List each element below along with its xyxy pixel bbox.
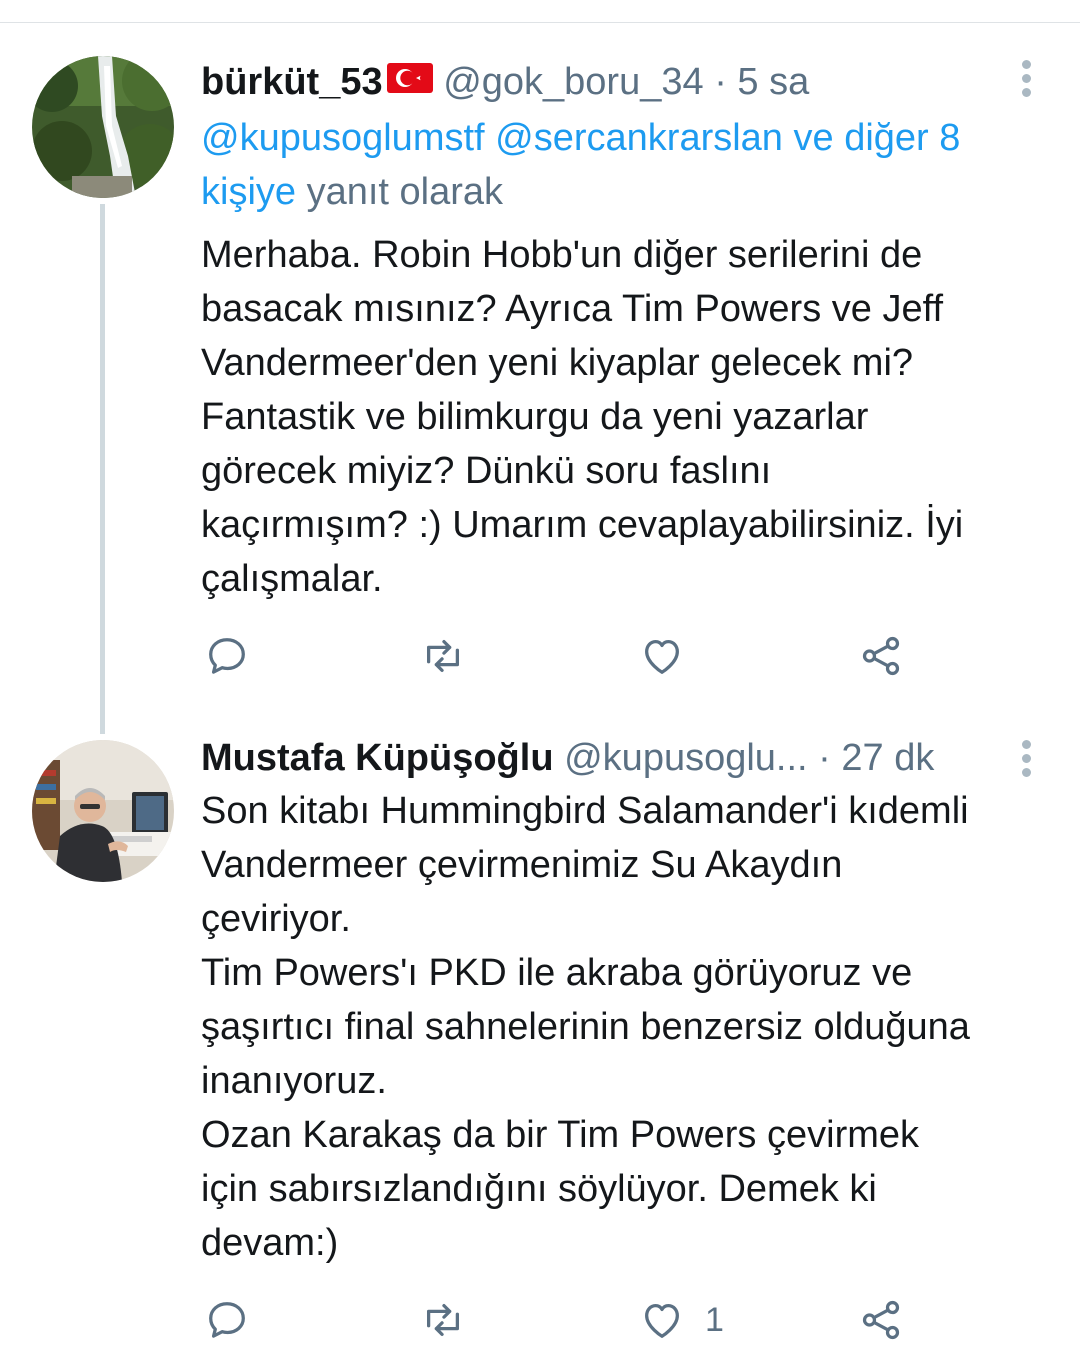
thread-connector-line	[100, 204, 105, 734]
like-icon	[645, 1303, 679, 1338]
others-link[interactable]: kişiye	[201, 171, 296, 213]
top-divider	[0, 22, 1080, 23]
mention-link[interactable]: @sercankrarslan	[495, 117, 783, 159]
timestamp[interactable]: · 5 sa	[714, 61, 809, 103]
tweet-text-line: çeviriyor.	[201, 898, 351, 940]
reply-icon	[209, 638, 245, 674]
avatar[interactable]	[32, 740, 174, 882]
retweet-icon	[426, 1303, 460, 1337]
display-name[interactable]: bürküt_53	[201, 61, 383, 103]
tweet-text-line: Vandermeer çevirmenimiz Su Akaydın	[201, 844, 843, 886]
share-icon	[862, 636, 900, 676]
share-button[interactable]	[858, 632, 904, 680]
tweet-text-line: Son kitabı Hummingbird Salamander'i kıde…	[201, 790, 969, 832]
share-button[interactable]	[858, 1296, 904, 1344]
retweet-icon	[426, 639, 460, 673]
display-name[interactable]: Mustafa Küpüşoğlu	[201, 737, 554, 779]
tweet-text-line: devam:)	[201, 1222, 339, 1264]
tweet-text-line: Tim Powers'ı PKD ile akraba görüyoruz ve	[201, 952, 913, 994]
tweet-text-line: için sabırsızlandığını söylüyor. Demek k…	[201, 1168, 877, 1210]
tweet-text-line: kaçırmışım? :) Umarım cevaplayabilirsini…	[201, 504, 964, 546]
reply-context: @kupusoglumstf @sercankrarslan ve diğer …	[201, 110, 960, 166]
tweet-text-line: görecek miyiz? Dünkü soru faslını	[201, 450, 772, 492]
tweet-header: Mustafa Küpüşoğlu @kupusoglu... · 27 dk	[201, 730, 934, 786]
more-options-icon[interactable]	[1017, 60, 1037, 100]
tweet-text-line: Vandermeer'den yeni kiyaplar gelecek mi?	[201, 342, 914, 384]
avatar[interactable]	[32, 56, 174, 198]
user-handle[interactable]: @gok_boru_34	[443, 61, 703, 103]
more-options-icon[interactable]	[1017, 740, 1037, 780]
reply-context-2: kişiye yanıt olarak	[201, 164, 503, 220]
tweet-text-line: çalışmalar.	[201, 558, 383, 600]
like-icon	[645, 639, 679, 674]
timestamp[interactable]: · 27 dk	[818, 737, 934, 779]
tweet-text-line: Ozan Karakaş da bir Tim Powers çevirmek	[201, 1114, 920, 1156]
like-button[interactable]	[639, 632, 705, 680]
tweet-text-line: Merhaba. Robin Hobb'un diğer serilerini …	[201, 234, 923, 276]
tweet-text-line: şaşırtıcı final sahnelerinin benzersiz o…	[201, 1006, 970, 1048]
tweet-header: bürküt_53 @gok_boru_34 · 5 sa	[201, 54, 809, 110]
retweet-button[interactable]	[419, 1296, 467, 1344]
tweet-text-line: inanıyoruz.	[201, 1060, 387, 1102]
user-handle[interactable]: @kupusoglu...	[564, 737, 808, 779]
tweet-text-line: Fantastik ve bilimkurgu da yeni yazarlar	[201, 396, 869, 438]
others-link[interactable]: ve diğer 8	[794, 117, 961, 159]
reply-button[interactable]	[204, 1296, 250, 1344]
reply-label: yanıt olarak	[306, 171, 504, 213]
reply-icon	[209, 1302, 245, 1338]
like-button[interactable]: 1	[639, 1296, 724, 1344]
like-count: 1	[705, 1300, 724, 1339]
reply-button[interactable]	[204, 632, 250, 680]
retweet-button[interactable]	[419, 632, 467, 680]
tweet-text-line: basacak mısınız? Ayrıca Tim Powers ve Je…	[201, 288, 944, 330]
share-icon	[862, 1300, 900, 1340]
mention-link[interactable]: @kupusoglumstf	[201, 117, 485, 159]
turkey-flag-icon	[386, 53, 433, 109]
